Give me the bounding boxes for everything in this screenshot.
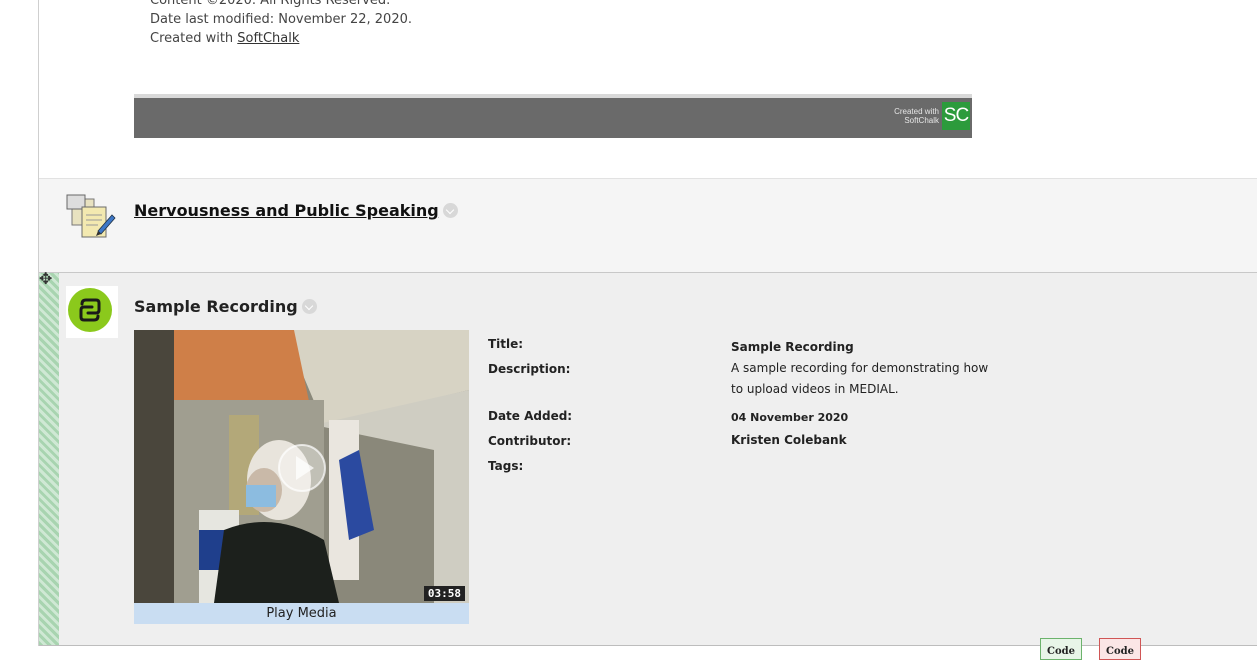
code-button-red[interactable]: Code (1099, 638, 1141, 660)
meta-tags-label: Tags: (488, 459, 524, 473)
video-duration: 03:58 (423, 586, 465, 601)
video-thumbnail-image (134, 330, 469, 603)
copyright-text: Content ©2020. All Rights Reserved. (150, 0, 391, 8)
nervousness-link[interactable]: Nervousness and Public Speaking (134, 201, 439, 220)
badge-line-2: SoftChalk (904, 116, 939, 125)
play-media-button[interactable]: Play Media (134, 603, 469, 624)
meta-description-value: A sample recording for demonstrating how… (731, 361, 989, 396)
softchalk-badge[interactable]: Created with SoftChalk SC (894, 102, 970, 130)
meta-contributor-label: Contributor: (488, 434, 572, 448)
code-button-green[interactable]: Code (1040, 638, 1082, 660)
assignment-icon (66, 194, 116, 238)
sample-recording-title-row: Sample Recording (134, 297, 317, 316)
softchalk-logo-icon: SC (942, 102, 970, 130)
item-title-row: Nervousness and Public Speaking (134, 201, 458, 220)
sample-recording-title: Sample Recording (134, 297, 298, 316)
chevron-down-icon[interactable] (301, 299, 317, 314)
move-icon[interactable]: ✥ (39, 270, 57, 292)
created-with-prefix: Created with (150, 31, 238, 46)
meta-date-value: 04 November 2020 (731, 411, 849, 424)
badge-line-1: Created with (894, 107, 939, 116)
video-player[interactable]: 03:58 Play Media (134, 330, 469, 624)
created-with-line: Created with SoftChalk (150, 29, 412, 48)
meta-description-label: Description: (488, 362, 571, 376)
chevron-down-icon[interactable] (442, 203, 458, 218)
medial-logo-circle (68, 288, 112, 332)
date-modified-text: Date last modified: November 22, 2020. (150, 12, 412, 27)
softchalk-bar: Created with SoftChalk SC (134, 94, 972, 138)
softchalk-link[interactable]: SoftChalk (237, 31, 299, 46)
medial-glyph-icon (79, 298, 101, 322)
video-thumbnail[interactable]: 03:58 (134, 330, 469, 603)
medial-icon (66, 286, 118, 338)
meta-title-label: Title: (488, 337, 524, 351)
drag-stripe[interactable] (39, 273, 59, 645)
content-item-nervousness: Nervousness and Public Speaking (39, 179, 1257, 272)
softchalk-badge-text: Created with SoftChalk (894, 107, 939, 125)
softchalk-footer: Content ©2020. All Rights Reserved. Date… (150, 0, 412, 48)
meta-date-label: Date Added: (488, 409, 573, 423)
meta-title-value: Sample Recording (731, 340, 854, 354)
meta-contributor-value: Kristen Colebank (731, 433, 847, 447)
